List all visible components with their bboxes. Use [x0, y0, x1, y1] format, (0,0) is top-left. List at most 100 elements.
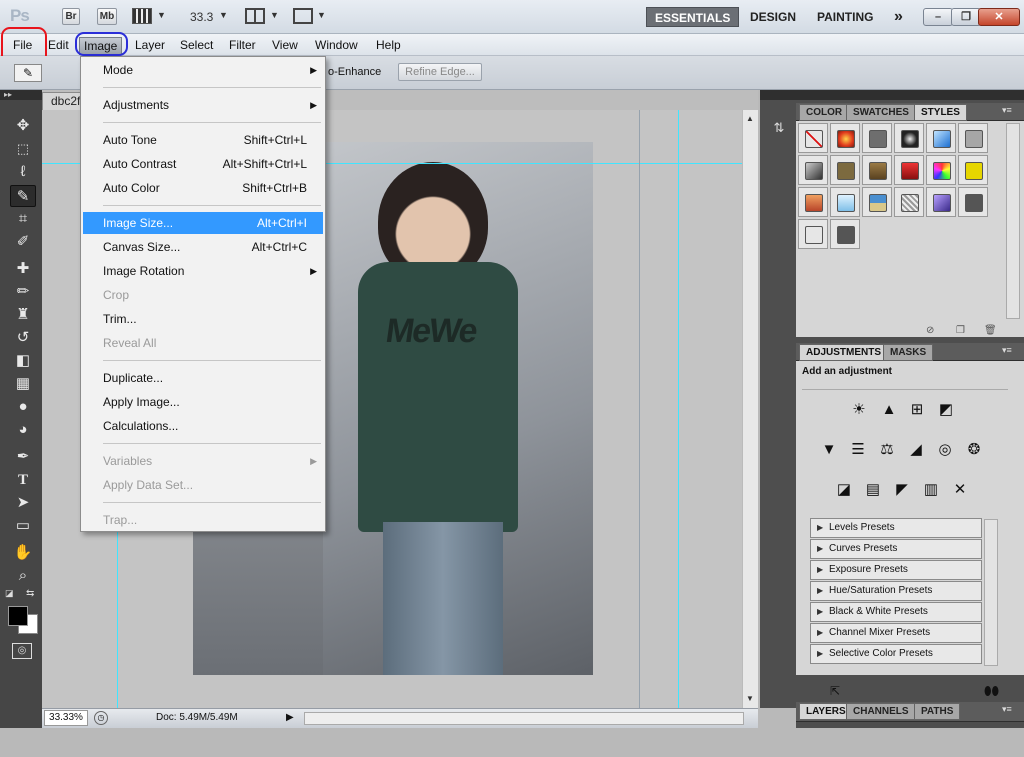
panel-menu-icon[interactable]: ▾≡ — [1002, 105, 1012, 116]
expand-view-icon[interactable]: ⇱ — [830, 684, 840, 698]
black-white-icon[interactable]: ◢ — [903, 438, 929, 462]
type-tool-icon[interactable]: T — [10, 469, 36, 491]
eraser-tool-icon[interactable]: ◧ — [10, 350, 36, 372]
hue-saturation-icon[interactable]: ☰ — [845, 438, 871, 462]
collapse-icon[interactable]: ▸▸ — [0, 90, 42, 100]
levels-icon[interactable]: ▲ — [876, 398, 902, 422]
menu-item-image-size[interactable]: Image Size... Alt+Ctrl+I — [83, 212, 323, 234]
style-swatch[interactable] — [958, 123, 988, 153]
style-swatch[interactable] — [862, 123, 892, 153]
close-button[interactable]: ✕ — [978, 8, 1020, 26]
menu-layer[interactable]: Layer — [131, 37, 169, 55]
panel-menu-icon[interactable]: ▾≡ — [1002, 704, 1012, 715]
style-swatch[interactable] — [798, 155, 828, 185]
restore-button[interactable]: ❐ — [951, 8, 981, 26]
shape-tool-icon[interactable]: ▭ — [10, 515, 36, 537]
gradient-map-icon[interactable]: ▥ — [918, 478, 944, 502]
tab-swatches[interactable]: SWATCHES — [846, 104, 916, 121]
chevron-down-icon[interactable]: ▼ — [317, 10, 326, 20]
presets-scrollbar[interactable] — [984, 519, 998, 666]
chevron-down-icon[interactable]: ▼ — [219, 10, 228, 20]
preset-item[interactable]: Curves Presets — [810, 539, 982, 559]
swap-colors-icon[interactable]: ⇆ — [26, 588, 34, 599]
tab-layers[interactable]: LAYERS — [799, 703, 853, 720]
workspace-essentials[interactable]: ESSENTIALS — [646, 7, 740, 27]
preset-item[interactable]: Black & White Presets — [810, 602, 982, 622]
tab-color[interactable]: COLOR — [799, 104, 850, 121]
style-swatch[interactable] — [894, 187, 924, 217]
exposure-icon[interactable]: ◩ — [933, 398, 959, 422]
new-style-icon[interactable]: ❐ — [956, 325, 965, 336]
channel-mixer-icon[interactable]: ❂ — [961, 438, 987, 462]
menu-view[interactable]: View — [268, 37, 302, 55]
screen-mode-icon[interactable] — [293, 8, 313, 24]
quick-selection-preset-icon[interactable]: ✎ — [14, 64, 42, 82]
menu-item-mode[interactable]: Mode ▶ — [83, 59, 323, 81]
pen-tool-icon[interactable]: ✒ — [10, 446, 36, 468]
threshold-icon[interactable]: ◤ — [889, 478, 915, 502]
path-selection-icon[interactable]: ➤ — [10, 492, 36, 514]
menu-filter[interactable]: Filter — [225, 37, 260, 55]
eyedropper-tool-icon[interactable]: ✐ — [10, 231, 36, 253]
menu-item-auto-color[interactable]: Auto Color Shift+Ctrl+B — [83, 177, 323, 199]
style-swatch[interactable] — [894, 123, 924, 153]
clip-layer-icon[interactable]: ⬮⬮ — [984, 684, 999, 699]
status-info-icon[interactable]: ◷ — [94, 711, 108, 725]
preset-item[interactable]: Channel Mixer Presets — [810, 623, 982, 643]
vertical-guide[interactable] — [678, 110, 679, 708]
vibrance-icon[interactable]: ▼ — [816, 438, 842, 462]
view-extras-icon[interactable] — [132, 8, 152, 24]
auto-enhance-label[interactable]: o-Enhance — [328, 66, 381, 78]
preset-item[interactable]: Hue/Saturation Presets — [810, 581, 982, 601]
preset-item[interactable]: Levels Presets — [810, 518, 982, 538]
style-swatch[interactable] — [862, 187, 892, 217]
marquee-tool-icon[interactable]: ⬚ — [10, 138, 36, 160]
style-swatch[interactable] — [830, 187, 860, 217]
quick-selection-tool-icon[interactable]: ✎ — [10, 185, 36, 207]
menu-item-trim[interactable]: Trim... — [83, 308, 323, 330]
menu-item-apply-image[interactable]: Apply Image... — [83, 391, 323, 413]
color-balance-icon[interactable]: ⚖ — [874, 438, 900, 462]
menu-image[interactable]: Image — [79, 37, 123, 55]
preset-item[interactable]: Selective Color Presets — [810, 644, 982, 664]
chevron-down-icon[interactable]: ▼ — [157, 10, 166, 20]
curves-icon[interactable]: ⊞ — [904, 398, 930, 422]
blur-tool-icon[interactable]: ● — [10, 396, 36, 418]
quick-mask-icon[interactable]: ◎ — [12, 643, 32, 659]
lasso-tool-icon[interactable]: ℓ — [10, 161, 36, 183]
tab-masks[interactable]: MASKS — [883, 344, 934, 361]
menu-item-image-rotation[interactable]: Image Rotation ▶ — [83, 260, 323, 282]
gradient-tool-icon[interactable]: ▦ — [10, 373, 36, 395]
more-workspaces-icon[interactable]: » — [886, 7, 911, 27]
clone-stamp-icon[interactable]: ♜ — [10, 304, 36, 326]
tab-adjustments[interactable]: ADJUSTMENTS — [799, 344, 889, 361]
scroll-down-icon[interactable]: ▼ — [746, 694, 754, 703]
clear-style-icon[interactable]: ⊘ — [926, 325, 934, 336]
style-swatch[interactable] — [830, 123, 860, 153]
style-swatch[interactable] — [926, 155, 956, 185]
menu-edit[interactable]: Edit — [44, 37, 73, 55]
style-swatch[interactable] — [862, 155, 892, 185]
style-swatch[interactable] — [926, 187, 956, 217]
arrange-documents-icon[interactable] — [245, 8, 265, 24]
style-swatch[interactable] — [830, 219, 860, 249]
menu-item-auto-contrast[interactable]: Auto Contrast Alt+Shift+Ctrl+L — [83, 153, 323, 175]
mini-bridge-button[interactable]: Mb — [97, 8, 117, 25]
style-swatch[interactable] — [894, 155, 924, 185]
menu-item-duplicate[interactable]: Duplicate... — [83, 367, 323, 389]
styles-scrollbar[interactable] — [1006, 123, 1020, 319]
zoom-tool-icon[interactable]: ⌕ — [10, 565, 36, 587]
style-swatch[interactable] — [958, 155, 988, 185]
scroll-up-icon[interactable]: ▲ — [746, 114, 754, 123]
menu-item-calculations[interactable]: Calculations... — [83, 415, 323, 437]
menu-window[interactable]: Window — [311, 37, 362, 55]
selective-color-icon[interactable]: ✕ — [947, 478, 973, 502]
crop-tool-icon[interactable]: ⌗ — [10, 208, 36, 230]
hand-tool-icon[interactable]: ✋ — [10, 542, 36, 564]
status-menu-icon[interactable]: ▶ — [286, 709, 294, 727]
refine-edge-button[interactable]: Refine Edge... — [398, 63, 482, 81]
zoom-level[interactable]: 33.3 — [190, 10, 213, 24]
foreground-color-swatch[interactable] — [8, 606, 28, 626]
healing-brush-icon[interactable]: ✚ — [10, 258, 36, 280]
photo-filter-icon[interactable]: ◎ — [932, 438, 958, 462]
